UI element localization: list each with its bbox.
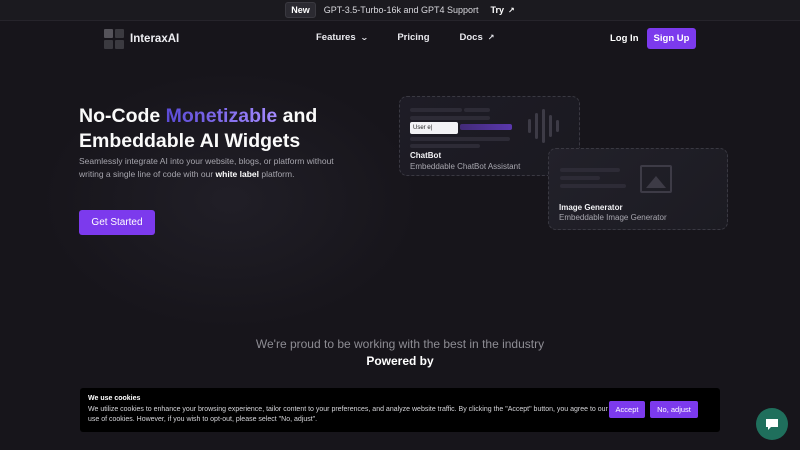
skeleton-line (410, 116, 490, 120)
nav-features[interactable]: Features ⌄ (316, 32, 369, 43)
hero-title-part1: No-Code (79, 105, 166, 127)
new-badge: New (285, 2, 316, 18)
try-link-label: Try (490, 5, 505, 15)
hero-subtitle-bold: white label (215, 169, 260, 179)
chat-bubble-icon (766, 418, 778, 430)
chatbot-title: ChatBot (410, 151, 442, 160)
hero-subtitle-part2: platform. (259, 169, 295, 179)
top-navigation: InteraxAI Features ⌄ Pricing Docs ↗ Log … (0, 22, 800, 56)
nav-links: Features ⌄ Pricing Docs ↗ (316, 32, 494, 43)
chat-input-preview: User e| (410, 122, 458, 134)
get-started-button[interactable]: Get Started (79, 210, 155, 235)
try-link[interactable]: Try ↗ (491, 5, 515, 15)
arrow-up-right-icon: ↗ (508, 5, 515, 15)
accept-cookies-button[interactable]: Accept (609, 401, 645, 418)
nav-docs-label: Docs (459, 32, 483, 43)
skeleton-line (410, 137, 510, 141)
signup-button[interactable]: Sign Up (647, 28, 696, 49)
chevron-down-icon: ⌄ (359, 33, 369, 42)
skeleton-line (410, 144, 480, 148)
nav-pricing-label: Pricing (397, 32, 430, 43)
nav-features-label: Features (316, 32, 356, 43)
cookie-text: We utilize cookies to enhance your brows… (88, 406, 608, 423)
skeleton-line (560, 168, 620, 172)
image-generator-title: Image Generator (559, 203, 623, 212)
logo-text: InteraxAI (130, 33, 180, 45)
login-link[interactable]: Log In (610, 33, 639, 44)
skeleton-line (464, 108, 490, 112)
logo-icon (104, 29, 124, 49)
no-adjust-button[interactable]: No, adjust (650, 401, 698, 418)
audio-wave-icon (528, 109, 559, 143)
arrow-up-right-icon: ↗ (487, 33, 495, 42)
skeleton-line (560, 176, 600, 180)
nav-pricing[interactable]: Pricing (397, 32, 429, 43)
hero-title-accent: Monetizable (165, 105, 278, 127)
cookie-banner: We use cookies We utilize cookies to enh… (80, 388, 720, 432)
announcement-bar: New GPT-3.5-Turbo-16k and GPT4 Support T… (0, 0, 800, 21)
hero-subtitle-part1: Seamlessly integrate AI into your websit… (79, 156, 334, 179)
chatbot-description: Embeddable ChatBot Assistant (410, 162, 521, 171)
skeleton-line (560, 184, 626, 188)
chat-launcher-button[interactable] (756, 408, 788, 440)
announcement-text: GPT-3.5-Turbo-16k and GPT4 Support (323, 5, 479, 15)
skeleton-line (410, 108, 462, 112)
image-generator-description: Embeddable Image Generator (559, 213, 667, 222)
industry-tagline: We're proud to be working with the best … (255, 337, 545, 351)
chat-bubble-bar (460, 124, 512, 130)
powered-by-heading: Powered by (366, 354, 434, 368)
image-icon (640, 165, 672, 193)
hero-subtitle: Seamlessly integrate AI into your websit… (79, 155, 349, 181)
hero-title: No-Code Monetizable and Embeddable AI Wi… (79, 104, 379, 154)
nav-docs[interactable]: Docs ↗ (460, 32, 495, 43)
logo[interactable]: InteraxAI (104, 29, 179, 49)
